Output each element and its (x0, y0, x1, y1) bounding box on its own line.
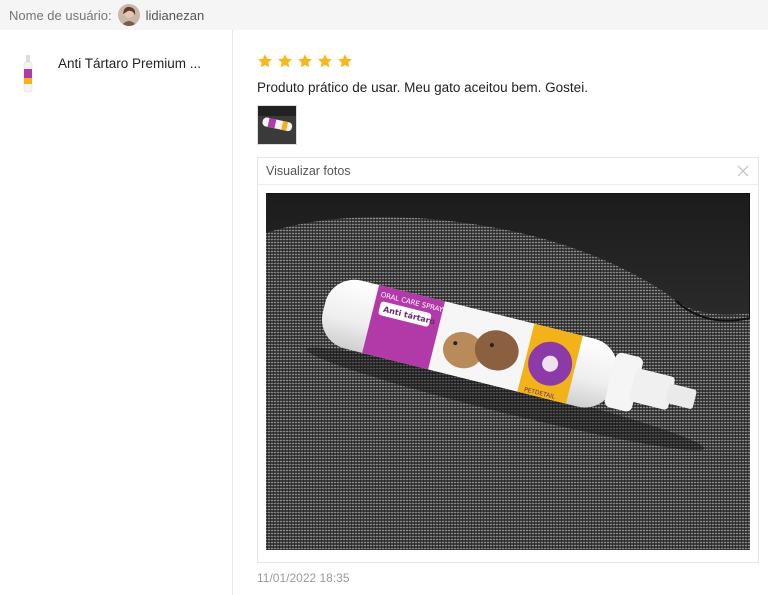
star-icon (258, 54, 272, 68)
product-thumbnail[interactable] (18, 55, 38, 93)
review-block: Produto prático de usar. Meu gato aceito… (257, 53, 759, 563)
review-photo-thumbnail[interactable] (257, 105, 297, 145)
rating-stars (257, 53, 759, 71)
star-icon (338, 54, 352, 68)
product-item[interactable]: Anti Tártaro Premium ... (18, 55, 201, 93)
star-icon (318, 54, 332, 68)
star-icon (278, 54, 292, 68)
review-photo: Anti tártaro ORAL CARE SPRAY PETDETAIL (266, 193, 750, 550)
photo-viewer: Visualizar fotos Anti tártaro ORAL CARE … (257, 157, 759, 563)
column-divider (232, 30, 233, 595)
close-icon[interactable] (736, 164, 750, 178)
review-comment: Produto prático de usar. Meu gato aceito… (257, 80, 588, 95)
review-timestamp: 11/01/2022 18:35 (257, 571, 350, 585)
star-icon (298, 54, 312, 68)
user-header: Nome de usuário: lidianezan (0, 0, 768, 30)
photo-viewer-title: Visualizar fotos (266, 164, 351, 178)
username[interactable]: lidianezan (146, 8, 205, 23)
photo-viewer-header: Visualizar fotos (258, 158, 758, 185)
user-avatar[interactable] (117, 4, 140, 26)
username-label: Nome de usuário: (9, 7, 112, 23)
product-name[interactable]: Anti Tártaro Premium ... (58, 56, 201, 71)
